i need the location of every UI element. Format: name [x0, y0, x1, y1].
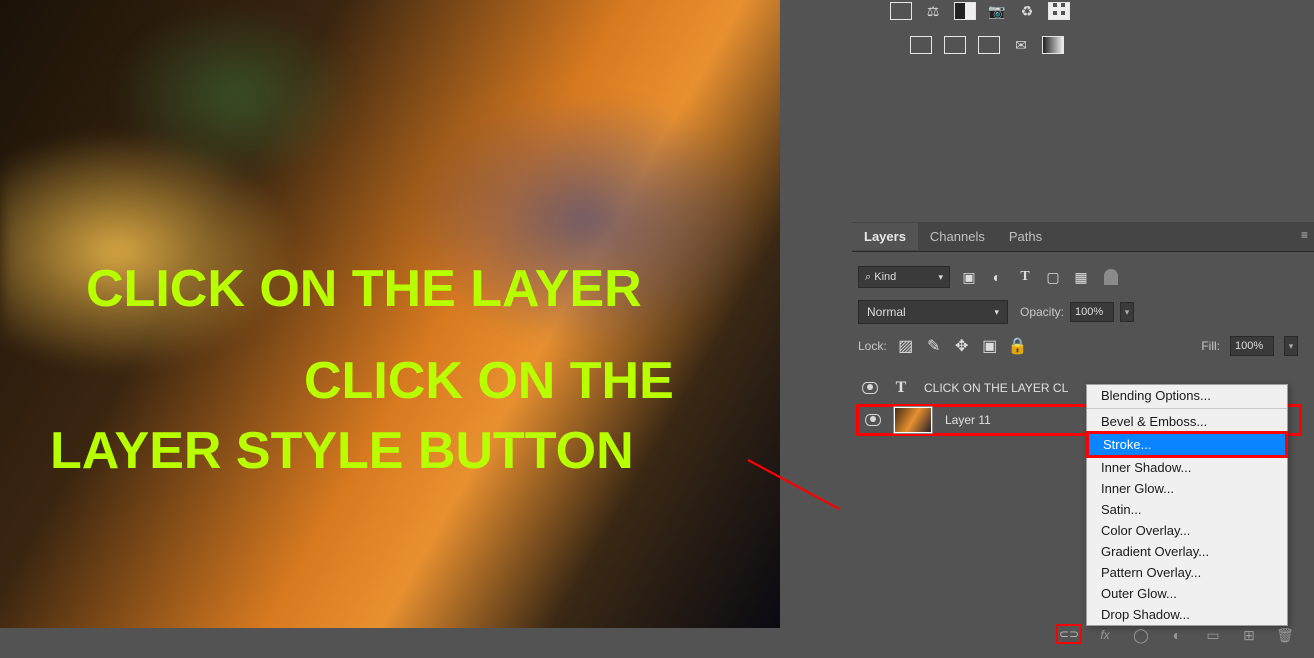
menu-drop-shadow[interactable]: Drop Shadow... — [1087, 604, 1287, 625]
layer-name[interactable]: CLICK ON THE LAYER CL — [924, 381, 1068, 395]
mask-icon[interactable]: ◯ — [1132, 626, 1150, 644]
camera-icon[interactable]: 📷 — [988, 2, 1006, 20]
panel-tabs: Layers Channels Paths — [852, 222, 1314, 252]
link-layers-icon[interactable]: ⊂⊃ — [1056, 624, 1082, 644]
canvas-text-line2: CLICK ON THE — [304, 354, 674, 409]
envelope-icon[interactable]: ✉ — [1012, 36, 1030, 54]
filter-image-icon[interactable]: ▣ — [960, 268, 978, 286]
threshold-icon[interactable] — [978, 36, 1000, 54]
fill-input[interactable]: 100% — [1230, 336, 1274, 356]
lock-artboard-icon[interactable]: ▣ — [981, 337, 999, 355]
histogram-icon[interactable] — [890, 2, 912, 20]
menu-color-overlay[interactable]: Color Overlay... — [1087, 520, 1287, 541]
filter-type-icon[interactable]: T — [1016, 268, 1034, 286]
menu-gradient-overlay[interactable]: Gradient Overlay... — [1087, 541, 1287, 562]
opacity-label: Opacity: — [1020, 305, 1064, 319]
filter-kind-select[interactable]: ⌕ Kind▾ — [858, 266, 950, 288]
menu-bevel-emboss[interactable]: Bevel & Emboss... — [1087, 411, 1287, 432]
invert-icon[interactable] — [910, 36, 932, 54]
fill-chevron-icon[interactable]: ▾ — [1284, 336, 1298, 356]
lock-row: Lock: ▨ ✎ ✥ ▣ 🔒 Fill: 100% ▾ — [858, 336, 1298, 356]
trash-icon[interactable]: 🗑 — [1276, 626, 1294, 644]
opacity-input[interactable]: 100% — [1070, 302, 1114, 322]
filter-adjustment-icon[interactable]: ◐ — [988, 268, 1006, 286]
group-icon[interactable]: ▭ — [1204, 626, 1222, 644]
menu-outer-glow[interactable]: Outer Glow... — [1087, 583, 1287, 604]
filter-toggle[interactable] — [1104, 269, 1118, 285]
menu-separator — [1087, 408, 1287, 409]
blend-mode-select[interactable]: Normal▾ — [858, 300, 1008, 324]
tab-channels[interactable]: Channels — [918, 223, 997, 250]
gradient-map-icon[interactable] — [1042, 36, 1064, 54]
adjustment-layer-icon[interactable]: ◐ — [1168, 626, 1186, 644]
type-layer-icon: T — [890, 377, 912, 399]
canvas-text-line3: LAYER STYLE BUTTON — [50, 424, 634, 479]
opacity-chevron-icon[interactable]: ▾ — [1120, 302, 1134, 322]
menu-blending-options[interactable]: Blending Options... — [1087, 385, 1287, 406]
balance-icon[interactable]: ⚖ — [924, 2, 942, 20]
posterize-icon[interactable] — [944, 36, 966, 54]
tab-layers[interactable]: Layers — [852, 223, 918, 250]
menu-inner-glow[interactable]: Inner Glow... — [1087, 478, 1287, 499]
menu-stroke[interactable]: Stroke... — [1086, 431, 1288, 458]
fill-label: Fill: — [1201, 339, 1220, 353]
canvas-text-line1: CLICK ON THE LAYER — [86, 262, 642, 317]
layer-filter-row: ⌕ Kind▾ ▣ ◐ T ▢ ▦ — [858, 266, 1118, 288]
menu-inner-shadow[interactable]: Inner Shadow... — [1087, 457, 1287, 478]
lock-move-icon[interactable]: ✥ — [953, 337, 971, 355]
grid-icon[interactable] — [1048, 2, 1070, 20]
filter-smart-icon[interactable]: ▦ — [1072, 268, 1090, 286]
panel-flyout-icon[interactable]: ≡ — [1301, 228, 1308, 242]
lock-all-icon[interactable]: 🔒 — [1009, 337, 1027, 355]
layer-thumbnail[interactable] — [893, 406, 933, 434]
blend-row: Normal▾ Opacity: 100% ▾ — [858, 300, 1298, 324]
fx-icon[interactable]: fx — [1096, 626, 1114, 644]
adjustment-icons-row2: ✉ — [910, 36, 1064, 54]
visibility-icon[interactable] — [865, 414, 881, 426]
canvas[interactable]: CLICK ON THE LAYER CLICK ON THE LAYER ST… — [0, 0, 780, 628]
layer-name[interactable]: Layer 11 — [945, 413, 991, 427]
lock-label: Lock: — [858, 339, 887, 353]
visibility-icon[interactable] — [862, 382, 878, 394]
layer-style-menu: Blending Options... Bevel & Emboss... St… — [1086, 384, 1288, 626]
recycle-icon[interactable]: ♻ — [1018, 2, 1036, 20]
menu-pattern-overlay[interactable]: Pattern Overlay... — [1087, 562, 1287, 583]
lock-brush-icon[interactable]: ✎ — [925, 337, 943, 355]
layers-bottom-bar: fx ◯ ◐ ▭ ⊞ 🗑 — [1096, 626, 1294, 644]
menu-satin[interactable]: Satin... — [1087, 499, 1287, 520]
contrast-icon[interactable] — [954, 2, 976, 20]
lock-transparency-icon[interactable]: ▨ — [897, 337, 915, 355]
adjustment-icons-row1: ⚖ 📷 ♻ — [890, 2, 1070, 20]
filter-shape-icon[interactable]: ▢ — [1044, 268, 1062, 286]
new-layer-icon[interactable]: ⊞ — [1240, 626, 1258, 644]
tab-paths[interactable]: Paths — [997, 223, 1054, 250]
